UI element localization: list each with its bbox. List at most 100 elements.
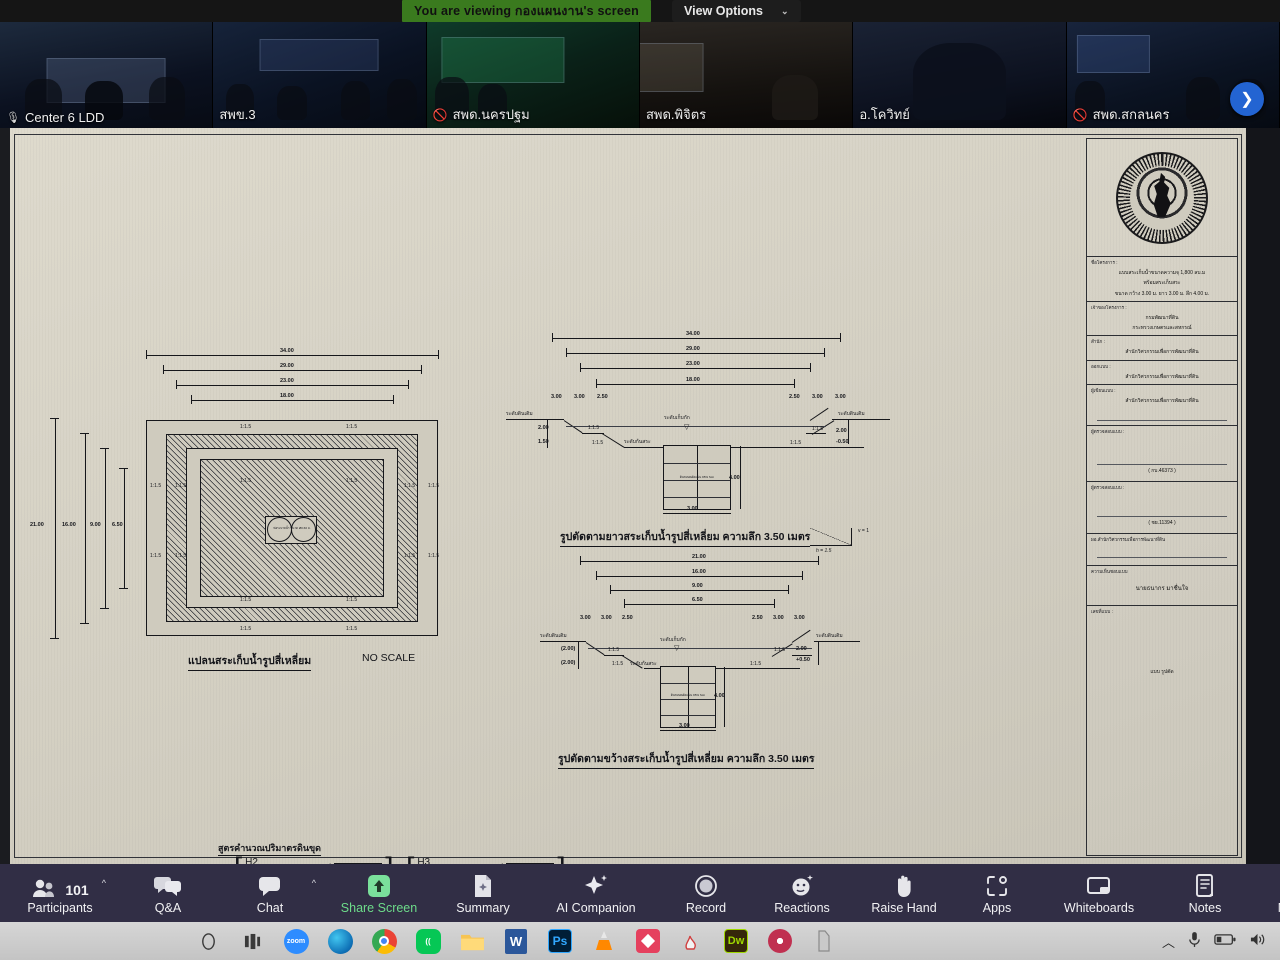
battery-icon[interactable] xyxy=(1214,933,1236,949)
long-water-label: ระดับเก็บกัก xyxy=(664,415,690,421)
toolbar-share-screen[interactable]: Share Screen xyxy=(324,864,434,922)
title-block-owner: เจ้าของโครงการ : กรมพัฒนาที่ดิน กระทรวงเ… xyxy=(1087,302,1237,337)
toolbar-summary[interactable]: Summary xyxy=(434,864,532,922)
video-tile[interactable]: 🚫 สพด.นครปฐม xyxy=(426,22,640,128)
toolbar-qa[interactable]: Q&A xyxy=(120,864,216,922)
ldd-seal-icon xyxy=(1116,151,1208,244)
share-screen-icon xyxy=(366,872,392,898)
title-block-project: ชื่อโครงการ : แบบสระเก็บน้ำขนาดความจุ 1,… xyxy=(1087,257,1237,302)
explorer-icon[interactable] xyxy=(450,922,494,960)
edge-icon[interactable] xyxy=(318,922,362,960)
chevron-up-icon[interactable]: ^ xyxy=(102,878,106,888)
tile-screen xyxy=(441,36,565,84)
plan-slope-8: 1:1.5 xyxy=(346,626,358,632)
cross-dim-4: 6.50 xyxy=(692,597,703,603)
tile-name: 🚫 สพด.นครปฐม xyxy=(433,104,530,125)
cross-slope-2: 1:1.5 xyxy=(612,661,624,667)
chevron-up-icon[interactable]: ^ xyxy=(312,878,316,888)
toolbar-notes[interactable]: Notes xyxy=(1160,864,1250,922)
muted-microphone-icon: 🚫 xyxy=(1072,107,1088,122)
long-core-height: 4.00 xyxy=(729,475,740,481)
long-slope-1: 1:1.5 xyxy=(588,425,600,431)
long-dim-1: 34.00 xyxy=(686,331,700,337)
project-line-2: พร้อมสระเก็บสระ xyxy=(1143,280,1181,287)
cross-dim-1: 21.00 xyxy=(692,554,706,560)
tile-screen xyxy=(639,43,704,92)
filmstrip-next-button[interactable]: ❯ xyxy=(1230,82,1264,116)
word-icon[interactable]: W xyxy=(494,922,538,960)
long-depth-r2: -0.50 xyxy=(836,439,849,445)
toolbar-ai-companion[interactable]: AI Companion xyxy=(532,864,660,922)
plan-caption: แปลนสระเก็บน้ำรูปสี่เหลี่ยม xyxy=(188,652,312,671)
cross-depth-l2: (2.00) xyxy=(561,660,576,666)
toolbar-participants[interactable]: 101 Participants ^ xyxy=(0,864,120,922)
long-ground-right-label: ระดับดินเดิม xyxy=(838,411,865,417)
cross-depth-l1: (2.00) xyxy=(561,646,576,652)
project-line-1: แบบสระเก็บน้ำขนาดความจุ 1,800 ลบ.ม xyxy=(1118,270,1206,276)
cortana-icon[interactable] xyxy=(186,922,230,960)
long-berm-r1: 2.50 xyxy=(789,394,800,400)
plan-slope-6: 1:1.5 xyxy=(346,597,358,603)
check2-label: ผู้ตรวจสอบแบบ : xyxy=(1091,485,1125,490)
microphone-icon[interactable] xyxy=(1188,931,1201,951)
chevron-up-icon[interactable]: ︿ xyxy=(1162,932,1175,951)
zoom-toolbar[interactable]: 101 Participants ^ Q&A Chat ^ Share Scre… xyxy=(0,864,1280,922)
vlc-icon[interactable] xyxy=(582,922,626,960)
long-core-text: ดินถมบดอัดแน่น 95% Std. xyxy=(679,475,715,479)
participants-icon: 101 xyxy=(31,872,89,898)
participant-filmstrip[interactable]: 🎙 Center 6 LDD สพข.3 🚫 สพด.นครปฐม สพด.พิ… xyxy=(0,22,1280,128)
video-tile[interactable]: สพข.3 xyxy=(213,22,427,128)
drawn-signature-line xyxy=(1097,408,1227,421)
photoshop-icon[interactable]: Ps xyxy=(538,922,582,960)
plan-slope-7: 1:1.5 xyxy=(240,626,252,632)
qa-label: Q&A xyxy=(154,900,182,915)
sheetno-label: เลขที่แบบ : xyxy=(1091,609,1113,614)
zoom-icon[interactable]: zoom xyxy=(274,922,318,960)
app-icon[interactable] xyxy=(802,922,846,960)
check1-label: ผู้ตรวจสอบแบบ : xyxy=(1091,429,1125,434)
toolbar-raise-hand[interactable]: Raise Hand xyxy=(852,864,956,922)
line-icon[interactable]: (( xyxy=(406,922,450,960)
view-options-button[interactable]: View Options ⌄ xyxy=(672,0,801,22)
record-label: Record xyxy=(685,900,727,915)
toolbar-record[interactable]: Record xyxy=(660,864,752,922)
system-tray[interactable]: ︿ xyxy=(1162,931,1280,951)
video-tile[interactable]: อ.โควิทย์ xyxy=(853,22,1067,128)
muted-microphone-icon: 🚫 xyxy=(432,107,448,122)
chrome-icon[interactable] xyxy=(362,922,406,960)
long-depth-r1: 2.00 xyxy=(836,428,847,434)
cross-dim-2: 16.00 xyxy=(692,569,706,575)
plan-slope-9: 1:1.5 xyxy=(150,483,162,489)
check1-signature-line xyxy=(1097,439,1227,465)
windows-taskbar[interactable]: zoom (( W Ps Dw ︿ xyxy=(0,922,1280,960)
foxit-icon[interactable] xyxy=(626,922,670,960)
long-dim-4: 18.00 xyxy=(686,377,700,383)
toolbar-chat[interactable]: Chat ^ xyxy=(216,864,324,922)
video-tile[interactable]: สพด.พิจิตร xyxy=(639,22,854,128)
plan-dim-top-2: 29.00 xyxy=(280,363,294,369)
cross-core-width: 3.00 xyxy=(679,723,690,729)
toolbar-whiteboards[interactable]: Whiteboards xyxy=(1038,864,1160,922)
toolbar-more[interactable]: More xyxy=(1250,864,1280,922)
video-tile[interactable]: 🎙 Center 6 LDD xyxy=(0,22,214,128)
audio-icon[interactable] xyxy=(670,922,714,960)
tile-name-text: สพข.3 xyxy=(219,107,256,122)
task-view-icon[interactable] xyxy=(230,922,274,960)
record-icon xyxy=(694,872,718,898)
toolbar-apps[interactable]: Apps xyxy=(956,864,1038,922)
toolbar-reactions[interactable]: Reactions xyxy=(752,864,852,922)
notes-label: Notes xyxy=(1188,900,1222,915)
whiteboards-icon xyxy=(1086,872,1112,898)
reactions-icon xyxy=(790,872,814,898)
plan-dim-left-3: 9.00 xyxy=(90,522,101,528)
plan-scale-note: NO SCALE xyxy=(362,652,416,664)
long-slope-3: 1:1.5 xyxy=(812,426,824,432)
title-block-sheetno: เลขที่แบบ : แบบ รูปตัด xyxy=(1087,606,1237,704)
volume-icon[interactable] xyxy=(1249,932,1266,950)
check2-signature-line xyxy=(1097,495,1227,517)
media-icon[interactable] xyxy=(758,922,802,960)
apps-icon xyxy=(985,872,1009,898)
viewing-banner: You are viewing กองแผนงาน's screen xyxy=(402,0,651,22)
long-berm-r3: 3.00 xyxy=(835,394,846,400)
dreamweaver-icon[interactable]: Dw xyxy=(714,922,758,960)
